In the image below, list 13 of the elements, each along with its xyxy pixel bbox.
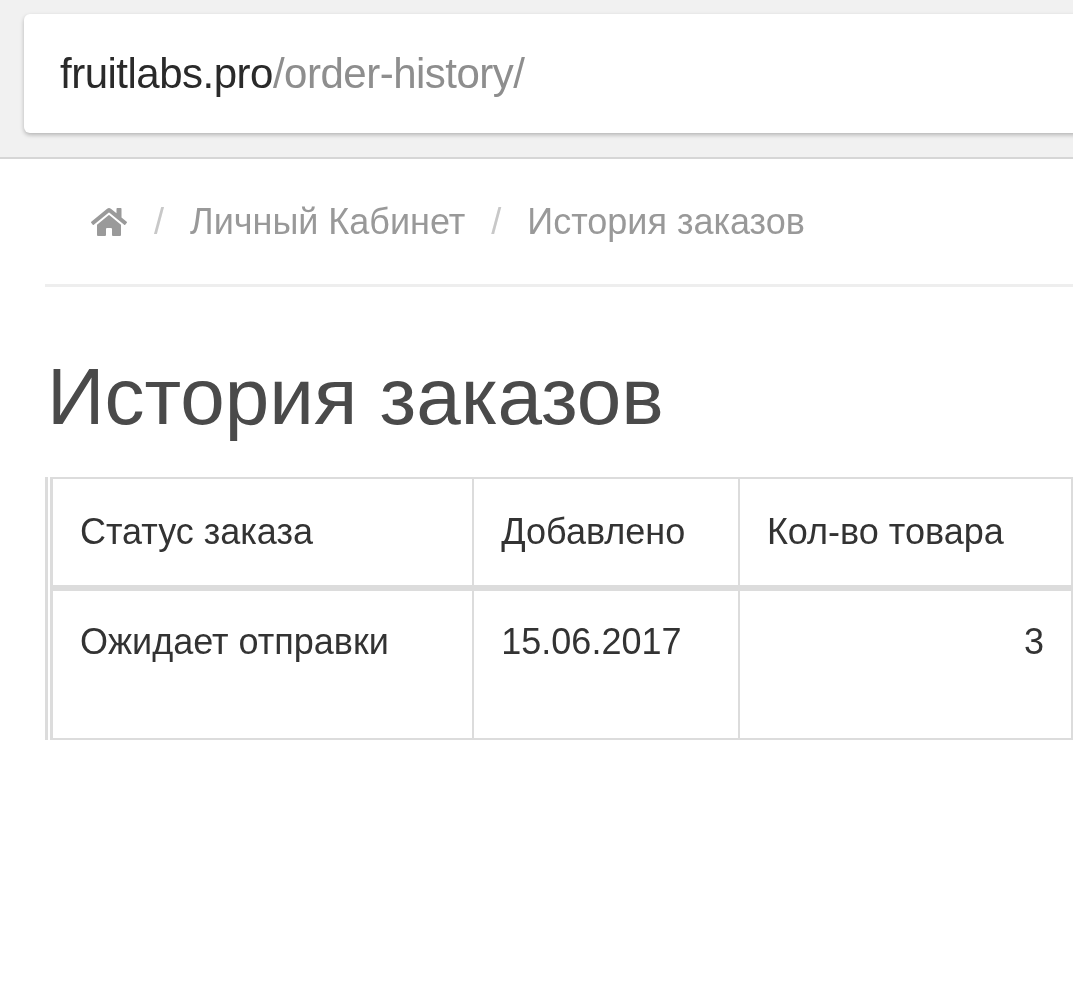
breadcrumb-link[interactable]: Личный Кабинет <box>190 194 466 249</box>
breadcrumb-link[interactable]: История заказов <box>527 194 805 249</box>
table-cell: 3 <box>738 588 1072 739</box>
url-domain: fruitlabs.pro <box>60 49 273 99</box>
home-icon[interactable] <box>90 205 128 238</box>
column-header: Добавлено <box>473 478 739 588</box>
breadcrumb-separator: / <box>154 199 164 244</box>
url-path: /order-history/ <box>272 49 525 99</box>
breadcrumb-separator: / <box>491 199 502 244</box>
column-header: Кол-во товара <box>738 478 1072 588</box>
table-cell: 15.06.2017 <box>473 588 739 739</box>
address-bar[interactable]: fruitlabs.pro/order-history/ <box>24 14 1073 133</box>
page-title: История заказов <box>46 351 665 443</box>
